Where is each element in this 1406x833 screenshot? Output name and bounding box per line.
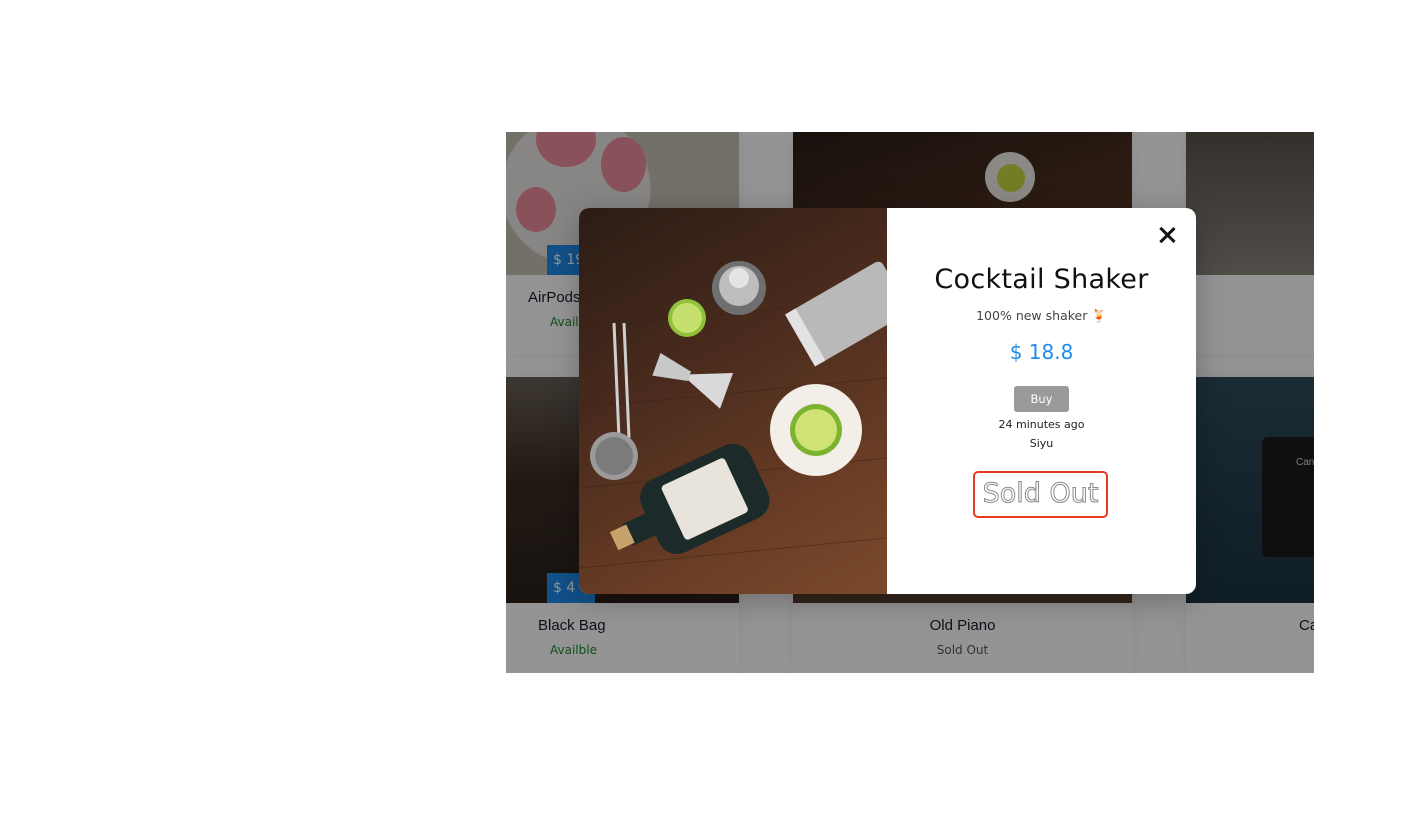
product-detail-modal: Cocktail Shaker 100% new shaker 🍹 $ 18.8… xyxy=(579,208,1196,594)
sold-out-badge: Sold Out xyxy=(973,471,1108,518)
posted-time: 24 minutes ago xyxy=(998,418,1085,431)
close-icon[interactable] xyxy=(1154,222,1180,248)
product-description: 100% new shaker 🍹 xyxy=(976,308,1107,323)
product-title: Cocktail Shaker xyxy=(934,264,1149,295)
product-photo xyxy=(579,208,887,594)
product-price: $ 18.8 xyxy=(1009,340,1074,364)
buy-button[interactable]: Buy xyxy=(1014,386,1069,412)
modal-content: Cocktail Shaker 100% new shaker 🍹 $ 18.8… xyxy=(887,208,1196,594)
seller-name: Siyu xyxy=(1029,437,1054,450)
